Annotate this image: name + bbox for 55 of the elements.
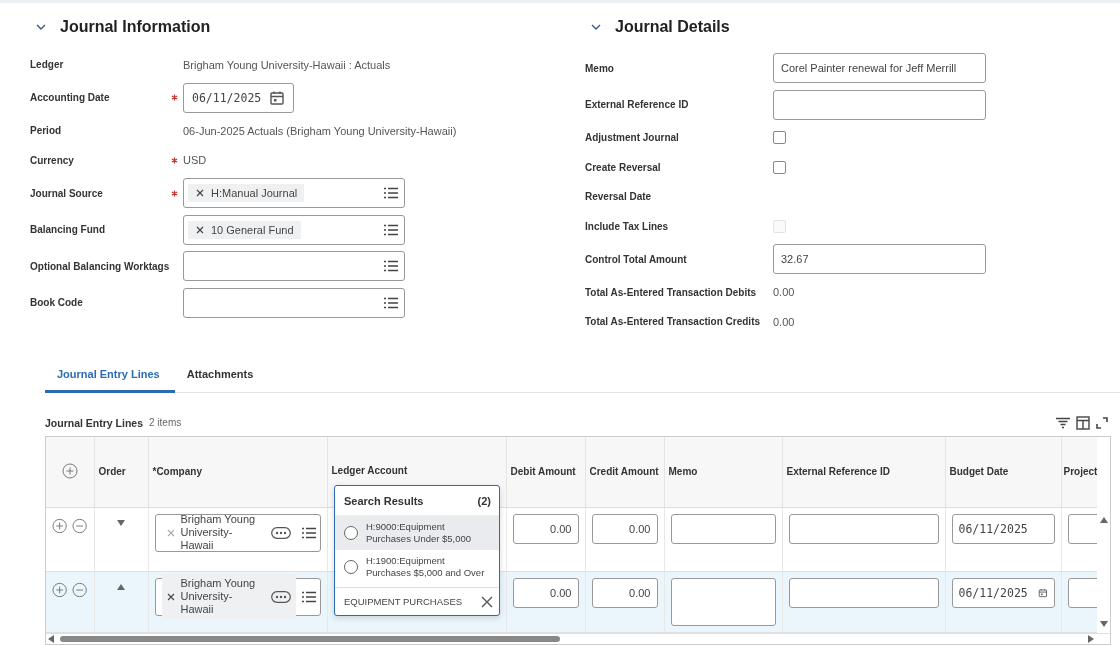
input-field[interactable]: 0.00: [512, 577, 579, 608]
tab[interactable]: Journal Entry Lines: [45, 358, 175, 393]
field-label: Include Tax Lines: [585, 220, 669, 232]
column-header: External Reference ID: [786, 466, 890, 477]
field-label: Create Reversal: [585, 161, 661, 173]
popup-title: Search Results: [344, 494, 424, 507]
input-field[interactable]: 0.00: [591, 577, 658, 608]
field-label: Currency: [30, 154, 74, 166]
date-field[interactable]: 06/11/2025: [951, 513, 1055, 544]
field-value: 0.00: [773, 286, 795, 299]
section-title: Journal Details: [615, 18, 730, 36]
column-header: Memo: [668, 466, 698, 477]
prompt-field[interactable]: 10 General Fund: [183, 214, 405, 245]
field-label: Ledger: [30, 59, 64, 71]
input-field[interactable]: 0.00: [591, 513, 658, 544]
column-header: *Company: [152, 466, 202, 477]
date-field[interactable]: 06/11/2025: [951, 577, 1055, 608]
selected-tag: 10 General Fund: [188, 220, 301, 239]
column-header: Ledger Account: [331, 464, 408, 476]
company-field[interactable]: Brigham Young University-Hawaii: [154, 577, 321, 616]
search-result-option[interactable]: H:9000:Equipment Purchases Under $5,000: [335, 515, 499, 550]
field-value: 06-Jun-2025 Actuals (Brigham Young University-Hawaii): [183, 124, 457, 137]
column-header: Order: [98, 466, 126, 477]
field-label: Memo: [585, 62, 614, 74]
field-label: Control Total Amount: [585, 253, 687, 265]
section-title: Journal Information: [60, 18, 211, 36]
column-header: Project: [1063, 466, 1097, 477]
grid-title: Journal Entry Lines: [45, 416, 144, 429]
field-label: External Reference ID: [585, 99, 689, 111]
field-label: Accounting Date: [30, 92, 110, 104]
result-count: (2): [477, 494, 491, 507]
field-label: Optional Balancing Worktags: [30, 260, 170, 272]
field-label: Book Code: [30, 297, 83, 309]
column-header: Budget Date: [949, 466, 1009, 477]
selected-tag: H:Manual Journal: [188, 184, 305, 203]
field-value: USD: [183, 154, 207, 167]
field-label: Period: [30, 125, 62, 137]
field-label: Adjustment Journal: [585, 132, 679, 144]
company-field[interactable]: Brigham Young University-Hawaii: [154, 513, 321, 552]
field-value: 0.00: [773, 315, 795, 328]
field-label: Reversal Date: [585, 191, 652, 203]
input-field[interactable]: 32.67: [773, 244, 986, 275]
prompt-field[interactable]: H:Manual Journal: [183, 178, 405, 209]
tab[interactable]: Attachments: [174, 358, 266, 393]
input-field[interactable]: 0.00: [512, 513, 579, 544]
date-field[interactable]: 06/11/2025: [183, 82, 295, 113]
field-label: Total As-Entered Transaction Credits: [585, 316, 761, 328]
field-label: Total As-Entered Transaction Debits: [585, 286, 757, 298]
field-value: Brigham Young University-Hawaii : Actuals: [183, 58, 391, 71]
field-label: Journal Source: [30, 187, 103, 199]
field-label: Balancing Fund: [30, 224, 105, 236]
item-count: 2 items: [149, 417, 182, 428]
column-header: Debit Amount: [510, 466, 576, 477]
column-header: Credit Amount: [589, 466, 659, 477]
input-field[interactable]: Corel Painter renewal for Jeff Merrill: [773, 53, 986, 84]
